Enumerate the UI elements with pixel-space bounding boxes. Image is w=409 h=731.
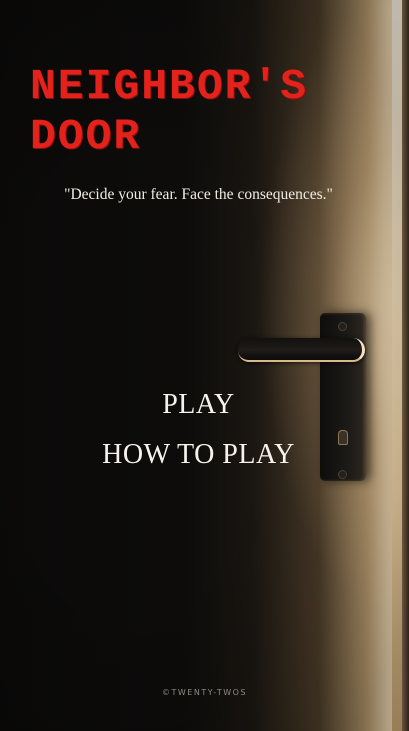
- tagline: "Decide your fear. Face the consequences…: [64, 186, 333, 203]
- title-screen: NEIGHBOR'S DOOR "Decide your fear. Face …: [0, 0, 409, 731]
- door-screw-bottom: [338, 470, 347, 479]
- door-handle-lever: [238, 338, 365, 362]
- game-title: NEIGHBOR'S DOOR: [30, 62, 308, 162]
- door-screw-top: [338, 322, 347, 331]
- how-to-play-button[interactable]: HOW TO PLAY: [0, 439, 397, 471]
- play-button[interactable]: PLAY: [0, 389, 397, 421]
- game-title-line-1: NEIGHBOR'S: [30, 62, 309, 111]
- footer-credit: ©TWENTY-TWOS: [162, 688, 247, 697]
- game-title-line-2: DOOR: [30, 112, 142, 161]
